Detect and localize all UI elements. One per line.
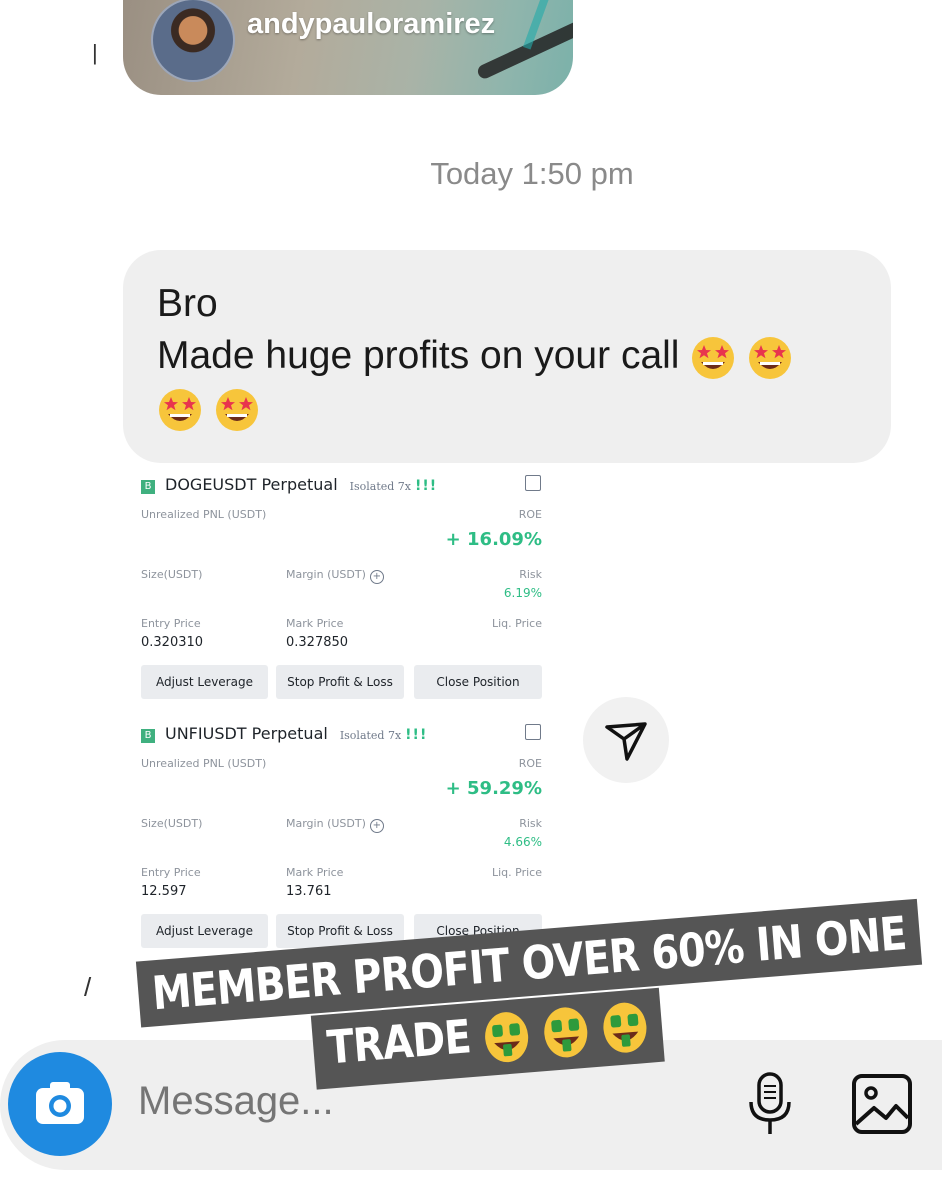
liq-price-label: Liq. Price [492,617,542,630]
entry-price-value: 0.320310 [141,635,204,650]
share-icon [525,475,541,491]
roe-value: + 59.29% [445,778,542,799]
margin-label: Margin (USDT) + [286,568,384,584]
binance-logo-icon: B [141,480,155,494]
message-bubble[interactable]: Bro Made huge profits on your call [123,250,891,463]
star-struck-emoji-icon [215,388,258,431]
money-mouth-emoji-icon [485,1011,529,1062]
camera-icon [36,1082,84,1124]
star-struck-emoji-icon [159,388,201,431]
risk-value: 6.19% [503,586,542,600]
mark-price-label: Mark Price [286,866,344,879]
camera-button[interactable] [8,1052,112,1156]
share-icon [525,724,541,740]
size-label: Size(USDT) [141,817,203,830]
message-line-1: Bro [157,282,218,325]
microphone-icon [749,1072,791,1134]
message-line-2: Made huge profits on your call [157,334,680,377]
risk-value: 4.66% [503,835,542,849]
stop-profit-loss-button: Stop Profit & Loss [276,665,404,699]
entry-price-label: Entry Price [141,866,201,879]
add-margin-icon: + [369,570,384,584]
size-label: Size(USDT) [141,568,203,581]
risk-label: Risk [519,568,542,581]
unrealized-pnl-label: Unrealized PNL (USDT) [141,757,267,770]
position-card: B DOGEUSDT Perpetual Isolated 7x!!! Unreal… [123,463,560,713]
adjust-leverage-button: Adjust Leverage [141,665,268,699]
avatar[interactable] [151,0,235,82]
position-header: B DOGEUSDT Perpetual Isolated 7x!!! [141,475,437,494]
close-position-button: Close Position [414,665,542,699]
paper-plane-icon [605,722,647,761]
margin-mode: Isolated 7x [339,729,402,742]
position-symbol: DOGEUSDT Perpetual [165,475,338,494]
margin-label: Margin (USDT) + [286,817,384,833]
entry-price-label: Entry Price [141,617,201,630]
money-mouth-emoji-icon [603,1002,647,1053]
gallery-button[interactable] [850,1072,914,1141]
position-header: B UNFIUSDT Perpetual Isolated 7x!!! [141,724,427,743]
leverage-bars: !!! [405,727,428,743]
edge-mark: / [84,972,92,1002]
roe-label: ROE [518,757,542,770]
position-symbol: UNFIUSDT Perpetual [165,724,328,743]
edge-mark: | [92,40,98,65]
bottom-edge [0,1170,942,1178]
star-struck-emoji-icon [749,336,792,379]
risk-label: Risk [519,817,542,830]
entry-price-value: 12.597 [141,884,187,899]
margin-mode: Isolated 7x [349,480,411,493]
share-message-button[interactable] [583,697,669,783]
microphone-button[interactable] [744,1070,796,1145]
mark-price-value: 0.327850 [286,635,349,650]
story-username: andypauloramirez [247,8,496,40]
message-timestamp: Today 1:50 pm [430,156,634,191]
leverage-bars: !!! [415,478,438,494]
image-gallery-icon [852,1074,912,1134]
roe-value: + 16.09% [445,529,542,550]
roe-label: ROE [518,508,542,521]
add-margin-icon: + [369,819,384,833]
trade-screenshot-image[interactable]: B DOGEUSDT Perpetual Isolated 7x!!! Unreal… [123,463,560,975]
binance-logo-icon: B [141,729,155,743]
money-mouth-emoji-icon [544,1006,588,1057]
story-reply-preview[interactable]: andypauloramirez [123,0,573,95]
liq-price-label: Liq. Price [492,866,542,879]
mark-price-value: 13.761 [286,884,332,899]
mark-price-label: Mark Price [286,617,344,630]
unrealized-pnl-label: Unrealized PNL (USDT) [141,508,267,521]
star-struck-emoji-icon [692,336,735,379]
